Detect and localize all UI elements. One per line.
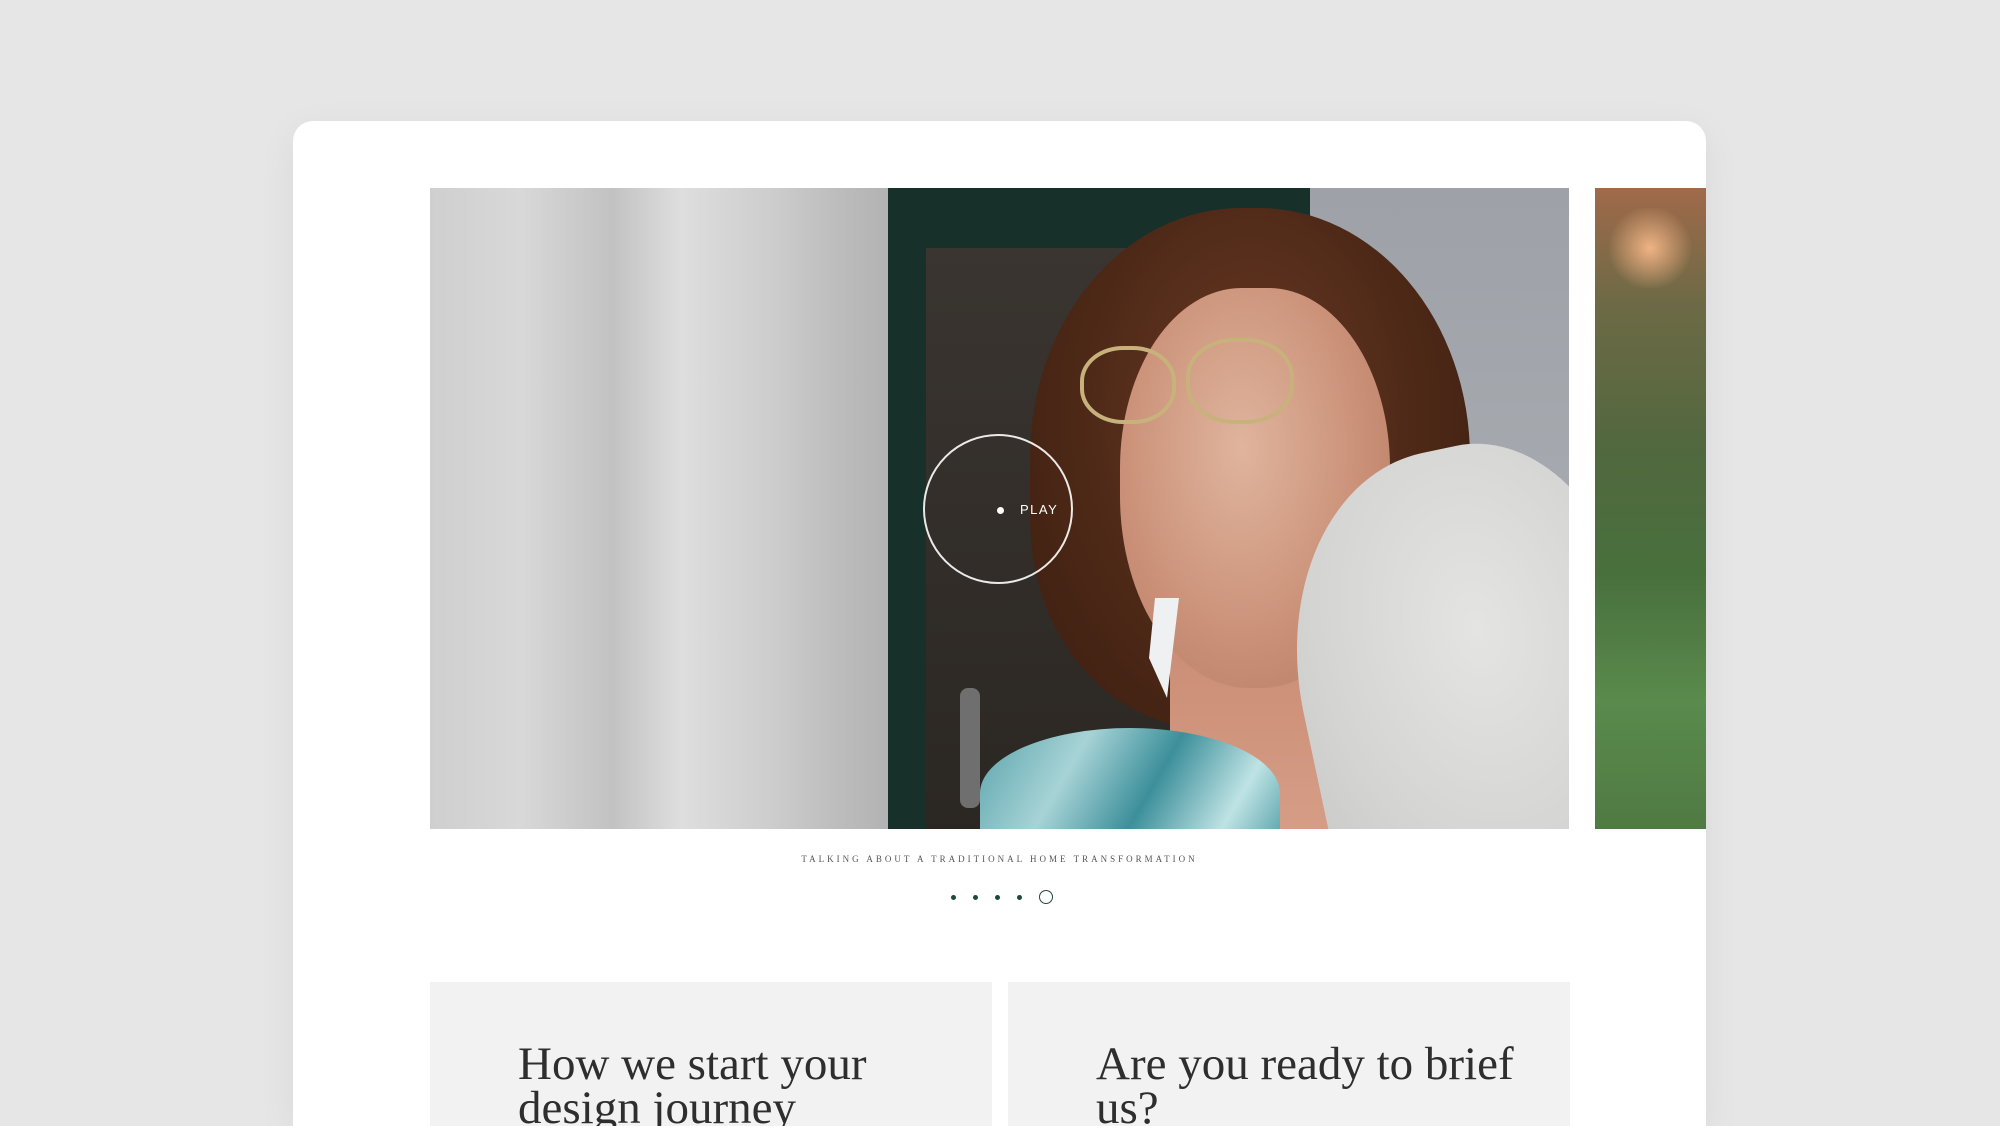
glasses-right-lens	[1186, 338, 1294, 424]
video-slide[interactable]: PLAY	[430, 188, 1569, 829]
design-journey-panel[interactable]: How we start your design journey	[430, 982, 992, 1126]
design-journey-heading: How we start your design journey	[518, 1038, 867, 1126]
door-handle	[960, 688, 980, 808]
carousel-dot-1[interactable]	[951, 894, 956, 900]
play-icon	[997, 507, 1004, 514]
brief-us-heading: Are you ready to brief us?	[1096, 1038, 1514, 1126]
next-slide-preview[interactable]	[1595, 188, 1706, 829]
carousel-dot-5-active[interactable]	[1039, 890, 1053, 904]
page-card: PLAY Talking about a traditional home tr…	[293, 121, 1706, 1126]
play-label: PLAY	[1020, 502, 1059, 517]
play-button[interactable]: PLAY	[923, 434, 1073, 584]
carousel-dot-4[interactable]	[1017, 894, 1022, 900]
carousel-pagination	[951, 889, 1053, 905]
brief-us-panel[interactable]: Are you ready to brief us?	[1008, 982, 1570, 1126]
video-caption: Talking about a traditional home transfo…	[801, 854, 1198, 864]
carousel-dot-2[interactable]	[973, 894, 978, 900]
carousel-dot-3[interactable]	[995, 894, 1000, 900]
glasses-left-lens	[1080, 346, 1176, 424]
